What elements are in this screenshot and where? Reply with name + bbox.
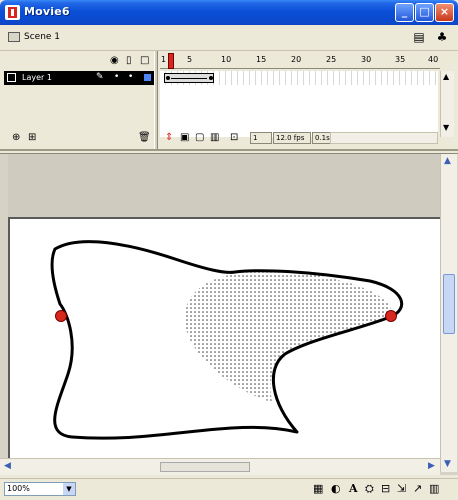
outline-color-square[interactable] (144, 74, 151, 81)
scroll-up-arrow-icon[interactable]: ▲ (443, 72, 449, 81)
vertical-scroll-thumb[interactable] (443, 274, 455, 334)
horizontal-scroll-thumb[interactable] (160, 462, 250, 472)
modify-onion-markers-icon[interactable]: ⊡ (230, 132, 238, 143)
layer-header: ◉ ▯ □ (2, 53, 154, 71)
current-frame-field: 1 (250, 132, 272, 144)
window-title: Movie6 (24, 5, 70, 18)
layer-row[interactable]: Layer 1 ✎ • • (4, 71, 154, 85)
status-bar: 100% ▼ ▦ ◐ A ⛭ ⊟ ⇲ ↗ ▥ (0, 478, 458, 500)
eye-icon[interactable]: ◉ (110, 55, 119, 66)
edit-multiple-frames-icon[interactable]: ▥ (210, 132, 219, 143)
stage-vertical-scrollbar[interactable]: ▲ ▼ (440, 154, 457, 472)
control-point-left[interactable] (55, 310, 67, 322)
zoom-value: 100% (7, 484, 30, 493)
edit-symbols-icon[interactable]: ♣ (433, 29, 451, 45)
movie-explorer-icon[interactable]: ⇲ (397, 482, 406, 495)
scene-icon (8, 32, 20, 42)
toolbox-icon[interactable]: ⛭ (365, 482, 374, 496)
scroll-down-arrow-icon[interactable]: ▼ (444, 459, 451, 469)
flash-app-icon (5, 5, 20, 20)
onion-skin-icon[interactable]: ▣ (180, 132, 189, 143)
scroll-left-arrow-icon[interactable]: ◀ (4, 461, 11, 471)
ruler-tick: 20 (291, 55, 302, 64)
minimize-button[interactable]: _ (395, 3, 414, 22)
zoom-select[interactable]: 100% ▼ (4, 482, 76, 496)
frame-rate-field: 12.0 fps (273, 132, 311, 144)
layer-name: Layer 1 (22, 73, 52, 82)
chevron-down-icon[interactable]: ▼ (63, 483, 75, 495)
ruler-tick: 30 (361, 55, 372, 64)
lock-dot[interactable]: • (128, 72, 133, 82)
control-point-right[interactable] (385, 310, 397, 322)
visibility-dot[interactable]: • (114, 72, 119, 82)
scene-label: Scene 1 (24, 32, 61, 42)
close-button[interactable]: × (435, 3, 454, 22)
ruler-tick: 1 (161, 55, 167, 64)
tween-arrow (171, 78, 207, 79)
gradient-shaded-region (184, 270, 393, 402)
scene-icon[interactable]: ▦ (313, 482, 323, 495)
components-icon[interactable]: ⊟ (381, 482, 390, 495)
stage-area: ▲ ▼ (0, 153, 458, 475)
title-bar: Movie6 _ □ × (0, 0, 458, 25)
actions-icon[interactable]: ↗ (413, 482, 422, 495)
keyframe[interactable] (166, 76, 170, 80)
insert-layer-icon[interactable]: ⊕ (12, 132, 20, 143)
delete-layer-icon[interactable]: 🗑 (138, 132, 151, 143)
ruler-tick: 35 (395, 55, 406, 64)
timeline-vertical-scrollbar[interactable]: ▲ ▼ (440, 71, 454, 137)
stage-horizontal-scrollbar[interactable]: ◀ ▶ (0, 458, 440, 475)
color-icon[interactable]: ◐ (331, 482, 341, 495)
maximize-button[interactable]: □ (415, 3, 434, 22)
pencil-icon: ✎ (96, 72, 104, 82)
ruler-tick: 15 (256, 55, 267, 64)
layer-icon (7, 73, 16, 82)
stage-canvas[interactable] (8, 217, 440, 472)
ruler-tick: 25 (326, 55, 337, 64)
text-icon[interactable]: A (349, 482, 358, 495)
shape-tween[interactable] (164, 73, 214, 83)
ruler-tick: 10 (221, 55, 232, 64)
frame-row[interactable] (160, 71, 438, 85)
ruler-tick: 40 (428, 55, 439, 64)
timeline-horizontal-scrollbar[interactable] (330, 132, 438, 144)
add-guide-layer-icon[interactable]: ⊞ (28, 132, 36, 143)
library-icon[interactable]: ▥ (429, 482, 439, 495)
scroll-right-arrow-icon[interactable]: ▶ (428, 461, 435, 471)
frames-grid[interactable] (160, 71, 438, 137)
pasteboard (8, 154, 440, 217)
playhead[interactable] (168, 53, 174, 69)
ruler-tick: 5 (187, 55, 193, 64)
outline-icon[interactable]: □ (140, 55, 149, 66)
lock-icon[interactable]: ▯ (126, 55, 132, 66)
onion-skin-outlines-icon[interactable]: ▢ (195, 132, 204, 143)
edit-scene-icon[interactable]: ▤ (410, 29, 428, 45)
scene-bar: Scene 1 ▤ ♣ (0, 25, 458, 51)
frame-ruler[interactable]: 1 5 10 15 20 25 30 35 40 (160, 53, 440, 69)
shape-drawing (50, 240, 403, 440)
timeline-panel: ◉ ▯ □ Layer 1 ✎ • • 1 5 10 15 20 25 30 3… (0, 51, 458, 151)
keyframe[interactable] (209, 76, 213, 80)
center-frame-icon[interactable]: ⇕ (165, 132, 173, 143)
scroll-up-arrow-icon[interactable]: ▲ (444, 156, 451, 166)
